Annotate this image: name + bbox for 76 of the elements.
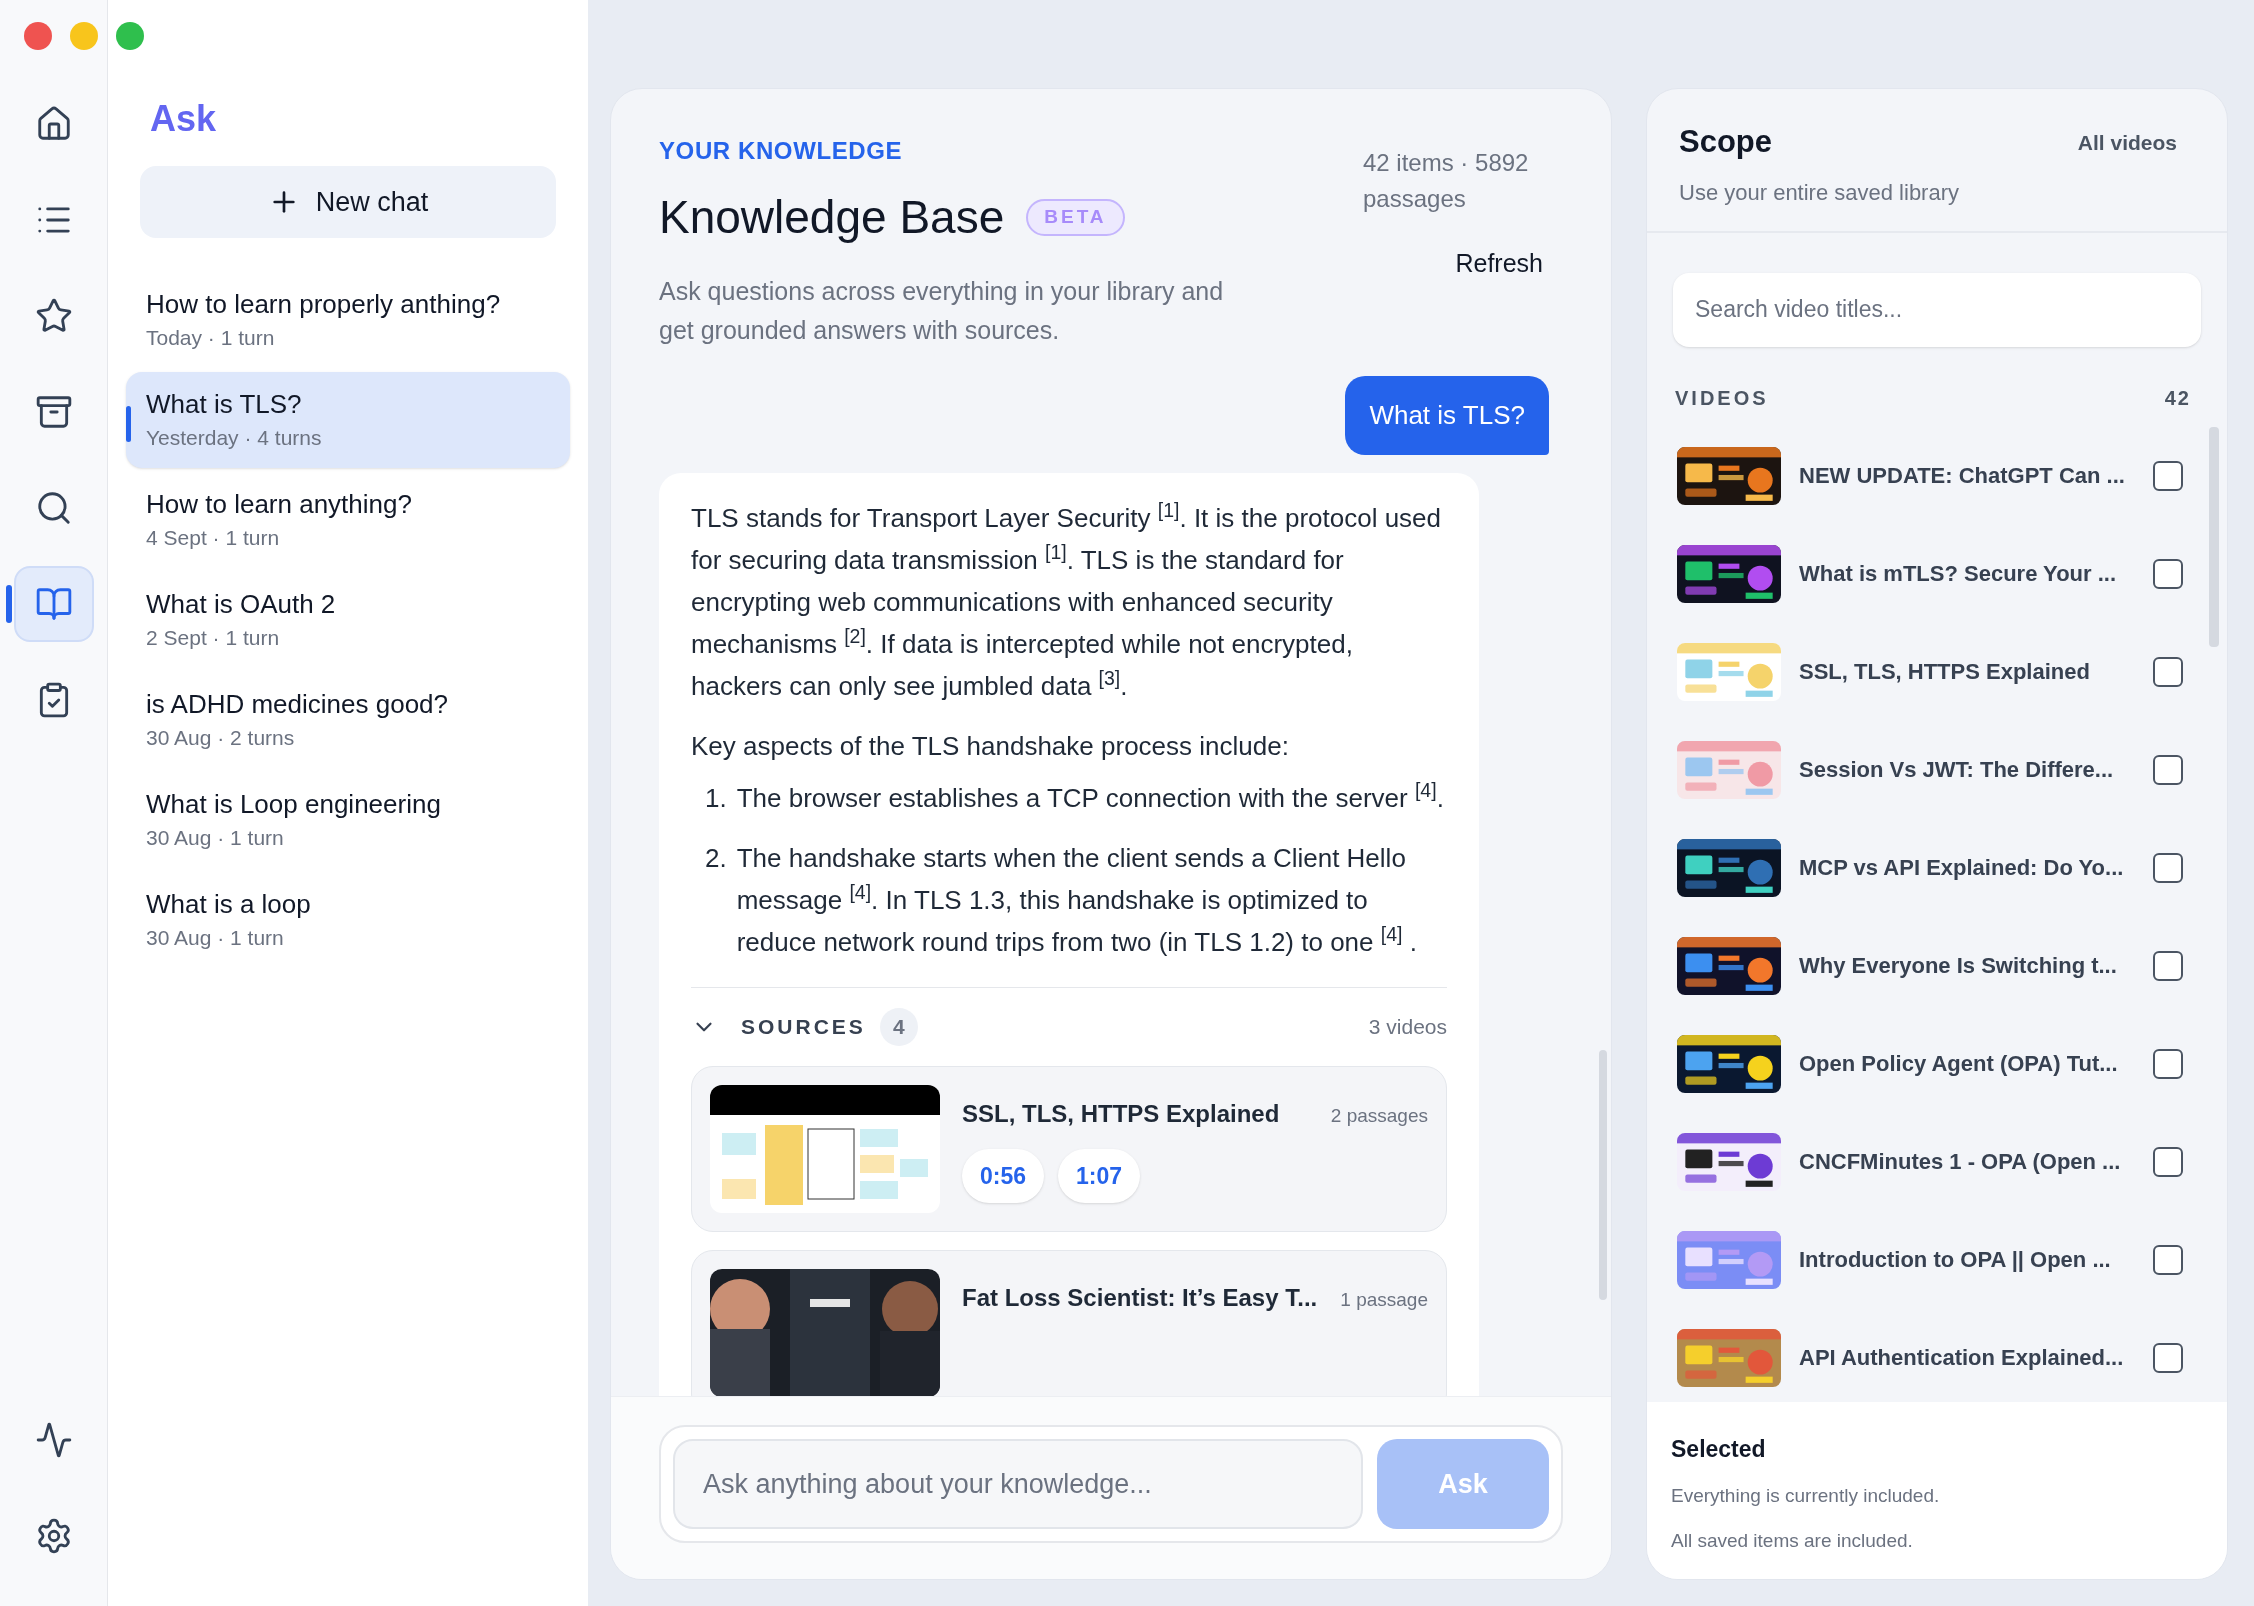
video-title: API Authentication Explained... (1799, 1344, 2125, 1372)
chat-meta: 30 Aug · 1 turn (146, 825, 285, 851)
video-item[interactable]: NEW UPDATE: ChatGPT Can ... (1647, 426, 2227, 525)
answer-paragraph: TLS stands for Transport Layer Security $^{[1]}$. It is the protocol used for securing data transmission $^{[1]}$. TLS is the standard for encrypting web communications with enhanced security mechanisms $^{[2]}$. If data is intercepted while not encrypted, hackers can only see jumbled data $^{[3]}$. (691, 498, 1443, 703)
user-message: What is TLS? (1345, 376, 1549, 455)
video-item[interactable]: SSL, TLS, HTTPS Explained (1647, 622, 2227, 721)
video-title: NEW UPDATE: ChatGPT Can ... (1799, 462, 2126, 490)
summary-title: Selected (1671, 1434, 1767, 1464)
video-title: CNCFMinutes 1 - OPA (Open ... (1799, 1148, 2122, 1176)
video-item[interactable]: CNCFMinutes 1 - OPA (Open ... (1647, 1112, 2227, 1211)
chat-meta: 30 Aug · 2 turns (146, 725, 296, 751)
chat-item[interactable]: How to learn anything? 4 Sept · 1 turn (126, 472, 570, 568)
video-item[interactable]: API Authentication Explained... (1647, 1308, 2227, 1402)
passage-count: 1 passage (1340, 1288, 1428, 1312)
timestamp-chip[interactable]: 0:56 (962, 1149, 1045, 1203)
video-item[interactable]: Open Policy Agent (OPA) Tut... (1647, 1014, 2227, 1113)
video-title: What is mTLS? Secure Your ... (1799, 560, 2118, 588)
panel-subtitle: Use your entire saved library (1679, 178, 1960, 207)
sources-label: SOURCES (741, 1014, 866, 1040)
chat-item[interactable]: What is OAuth 2 2 Sept · 1 turn (126, 572, 570, 668)
chat-title: What is a loop (146, 888, 312, 921)
step-number: 1. (705, 782, 727, 815)
source-title: Fat Loss Scientist: It’s Easy T... (962, 1283, 1319, 1313)
chat-meta: 30 Aug · 1 turn (146, 925, 285, 951)
passage-count: 2 passages (1330, 1104, 1428, 1128)
chat-item[interactable]: is ADHD medicines good? 30 Aug · 2 turns (126, 672, 570, 768)
source-card[interactable]: Fat Loss Scientist: It’s Easy T... 1 passage (691, 1250, 1447, 1396)
video-item[interactable]: What is mTLS? Secure Your ... (1647, 524, 2227, 623)
answer-paragraph: Key aspects of the TLS handshake process include: (691, 730, 1290, 763)
video-title: Introduction to OPA || Open ... (1799, 1246, 2112, 1274)
video-item[interactable]: Introduction to OPA || Open ... (1647, 1210, 2227, 1309)
library-stats: 42 items · 5892 passages (1363, 148, 1530, 214)
chat-meta: Today · 1 turn (146, 325, 276, 351)
videos-label: VIDEOS (1675, 385, 1770, 411)
video-title: Session Vs JWT: The Differe... (1799, 756, 2115, 784)
search-field[interactable]: Search video titles... (1673, 272, 2201, 347)
video-title: Why Everyone Is Switching t... (1799, 952, 2118, 980)
video-title: MCP vs API Explained: Do Yo... (1799, 854, 2125, 882)
chat-meta: 4 Sept · 1 turn (146, 525, 281, 551)
videos-count: 42 (2164, 385, 2191, 411)
section-eyebrow: YOUR KNOWLEDGE (659, 136, 904, 166)
video-title: SSL, TLS, HTTPS Explained (1799, 658, 2091, 686)
source-title: SSL, TLS, HTTPS Explained (962, 1099, 1281, 1129)
chat-title: How to learn anything? (146, 488, 413, 521)
chat-item[interactable]: What is a loop 30 Aug · 1 turn (126, 872, 570, 968)
video-item[interactable]: MCP vs API Explained: Do Yo... (1647, 818, 2227, 917)
sources-count: 4 (879, 1008, 918, 1046)
source-card[interactable]: SSL, TLS, HTTPS Explained 2 passages 0:56 1:07 (691, 1066, 1447, 1232)
page-description: Ask questions across everything in your library and get grounded answers with sources. (659, 276, 1225, 346)
chat-title: How to learn properly anthing? (146, 288, 502, 321)
video-item[interactable]: Why Everyone Is Switching t... (1647, 916, 2227, 1015)
timestamp-chip[interactable]: 1:07 (1058, 1149, 1141, 1203)
answer-step: The handshake starts when the client sends a Client Hello message $^{[4]}$. In TLS 1.3, this handshake is optimized to reduce network round trips from two (in TLS 1.2) to one $^{[4]}$ . (736, 837, 1447, 963)
chat-item[interactable]: What is Loop engineering 30 Aug · 1 turn (126, 772, 570, 868)
chat-item[interactable]: What is TLS? Yesterday · 4 turns (126, 372, 570, 468)
beta-badge: BETA (1026, 199, 1125, 236)
answer-step: The browser establishes a TCP connection with the server $^{[4]}$. (736, 777, 1444, 819)
summary-text: Everything is currently included. (1671, 1484, 1941, 1508)
chat-title: What is OAuth 2 (146, 588, 337, 621)
panel-title: Scope (1679, 123, 1774, 161)
video-item[interactable]: Session Vs JWT: The Differe... (1647, 720, 2227, 819)
video-title: Open Policy Agent (OPA) Tut... (1799, 1050, 2119, 1078)
sources-summary: 3 videos (1368, 1014, 1447, 1040)
chat-title: is ADHD medicines good? (146, 688, 450, 721)
chat-title: What is TLS? (146, 388, 303, 421)
refresh-button[interactable]: Refresh (1455, 245, 1543, 283)
chat-meta: 2 Sept · 1 turn (146, 625, 281, 651)
chat-item[interactable]: How to learn properly anthing? Today · 1 turn (126, 272, 570, 368)
page-title: Knowledge Base (659, 190, 1005, 245)
chat-title: What is Loop engineering (146, 788, 442, 821)
scope-mode-button[interactable]: All videos (2077, 126, 2177, 158)
chat-meta: Yesterday · 4 turns (146, 425, 323, 451)
panel-title: Ask (150, 97, 218, 141)
step-number: 2. (705, 842, 727, 875)
new-chat-button[interactable]: New chat (140, 166, 556, 238)
summary-text: All saved items are included. (1671, 1528, 1914, 1553)
